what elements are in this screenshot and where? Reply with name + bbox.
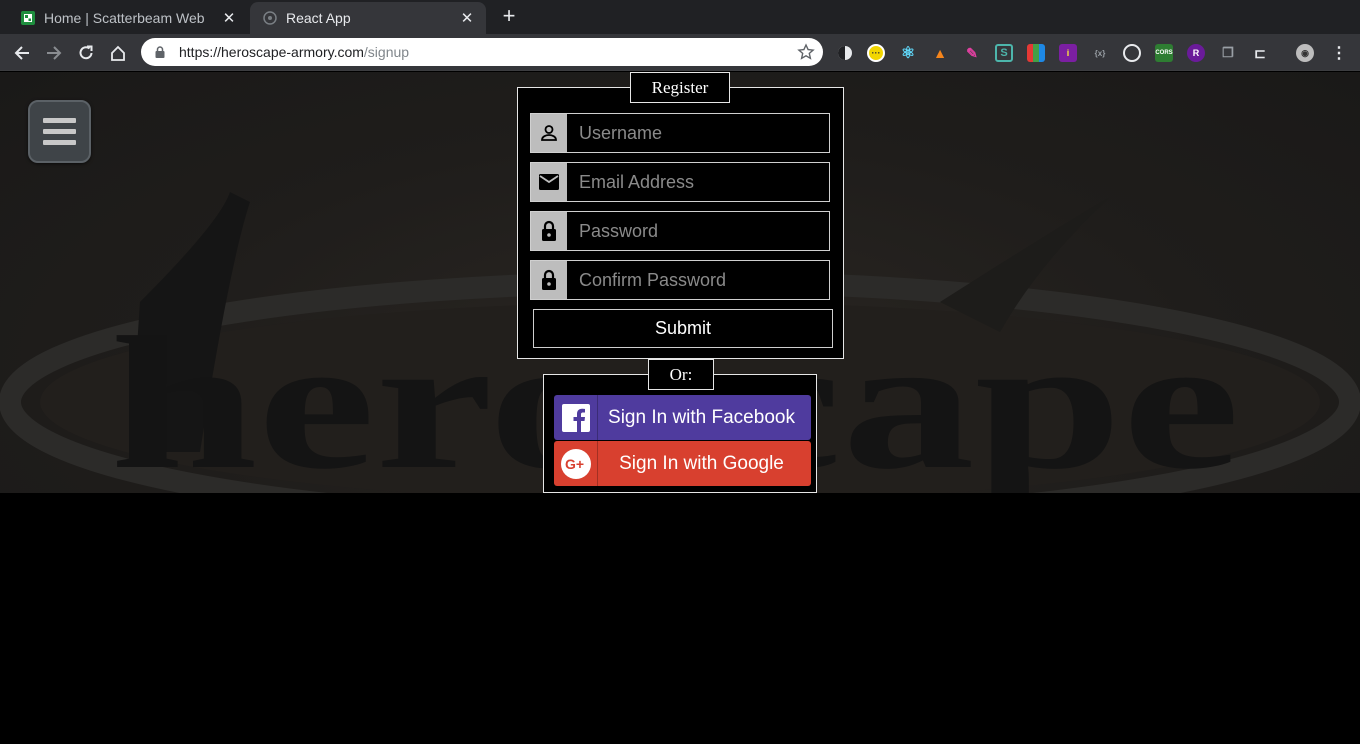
browser-menu-icon[interactable]: ⋮: [1330, 44, 1348, 62]
url-text: https://heroscape-armory.com/signup: [179, 44, 409, 60]
url-domain: https://heroscape-armory.com: [179, 44, 364, 60]
home-icon: [111, 45, 125, 61]
dark-mode-extension-icon[interactable]: [836, 44, 854, 62]
spreadsheet-favicon-icon: [21, 11, 35, 25]
tab-close-icon[interactable]: ✕: [220, 9, 238, 27]
password-input[interactable]: [567, 212, 829, 250]
menu-bar-icon: [43, 118, 76, 123]
forward-button[interactable]: [40, 39, 68, 67]
page-content: heroscape Register Submit: [0, 72, 1360, 744]
confirm-password-field[interactable]: [530, 260, 830, 300]
google-plus-icon: G+: [554, 441, 598, 486]
bookmark-star-icon[interactable]: [797, 43, 815, 61]
target-extension-icon[interactable]: [1123, 44, 1141, 62]
user-icon: [531, 114, 567, 152]
back-button[interactable]: [8, 39, 36, 67]
browser-toolbar: https://heroscape-armory.com/signup ··· …: [0, 34, 1360, 71]
color-picker-extension-icon[interactable]: ✎: [963, 44, 981, 62]
new-tab-button[interactable]: +: [496, 5, 522, 29]
cors-extension-icon[interactable]: CORS: [1155, 44, 1173, 62]
back-arrow-icon: [14, 46, 29, 60]
menu-bar-icon: [43, 140, 76, 145]
register-form: Register Submit: [517, 72, 844, 359]
facebook-icon: [554, 395, 598, 440]
tab-strip: Home | Scatterbeam Web ✕ React App ✕ +: [0, 0, 1360, 34]
s-extension-icon[interactable]: S: [995, 44, 1013, 62]
palette-extension-icon[interactable]: [1027, 44, 1045, 62]
tab-title: React App: [286, 10, 351, 26]
profile-avatar[interactable]: ◉: [1296, 44, 1314, 62]
tab-scatterbeam[interactable]: Home | Scatterbeam Web ✕: [8, 2, 248, 34]
window-extension-icon[interactable]: ❐: [1219, 44, 1237, 62]
bracket-extension-icon[interactable]: ⊏: [1251, 44, 1269, 62]
facebook-signin-label: Sign In with Facebook: [608, 406, 795, 428]
hamburger-menu-button[interactable]: [28, 100, 91, 163]
social-signin-box: Or: Sign In with Facebook G+ Sign In wit…: [543, 359, 817, 493]
reload-button[interactable]: [72, 39, 100, 67]
menu-bar-icon: [43, 129, 76, 134]
reload-icon: [79, 45, 93, 60]
metamask-extension-icon[interactable]: ▲: [931, 44, 949, 62]
tab-title: Home | Scatterbeam Web: [44, 10, 205, 26]
submit-button[interactable]: Submit: [533, 309, 833, 348]
svg-text:G+: G+: [565, 456, 584, 472]
email-field[interactable]: [530, 162, 830, 202]
google-signin-button[interactable]: G+ Sign In with Google: [554, 441, 811, 486]
lock-icon: [531, 261, 567, 299]
password-field[interactable]: [530, 211, 830, 251]
react-devtools-extension-icon[interactable]: ⚛: [899, 44, 917, 62]
username-input[interactable]: [567, 114, 829, 152]
lock-icon: [531, 212, 567, 250]
react-favicon-icon: [263, 11, 277, 25]
email-input[interactable]: [567, 163, 829, 201]
forward-arrow-icon: [47, 46, 62, 60]
home-button[interactable]: [104, 39, 132, 67]
register-legend: Register: [630, 72, 730, 103]
or-legend: Or:: [648, 359, 714, 390]
code-extension-icon[interactable]: {x}: [1091, 44, 1109, 62]
chat-extension-icon[interactable]: ···: [867, 44, 885, 62]
confirm-password-input[interactable]: [567, 261, 829, 299]
facebook-signin-button[interactable]: Sign In with Facebook: [554, 395, 811, 440]
lock-icon: [155, 46, 165, 58]
tab-react-app[interactable]: React App ✕: [250, 2, 486, 34]
address-bar[interactable]: https://heroscape-armory.com/signup: [141, 38, 823, 66]
r-extension-icon[interactable]: R: [1187, 44, 1205, 62]
info-extension-icon[interactable]: i: [1059, 44, 1077, 62]
tab-close-icon[interactable]: ✕: [458, 9, 476, 27]
url-path: /signup: [363, 44, 410, 60]
mail-icon: [531, 163, 567, 201]
username-field[interactable]: [530, 113, 830, 153]
google-signin-label: Sign In with Google: [619, 452, 784, 474]
